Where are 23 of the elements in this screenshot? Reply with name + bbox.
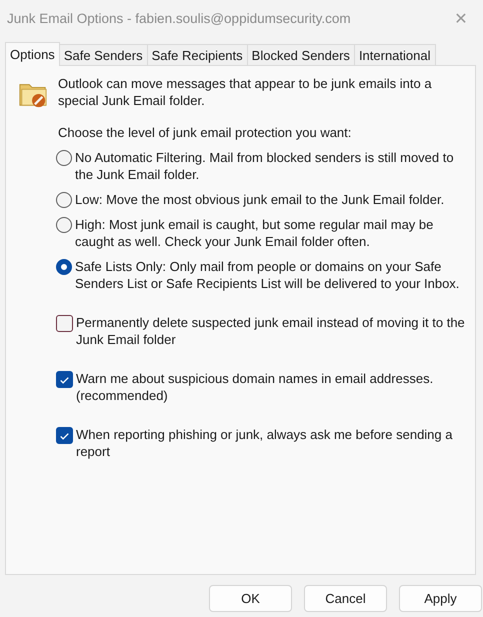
dialog-button[interactable]: Apply <box>399 585 482 612</box>
description-text: Outlook can move messages that appear to be junk emails into a special Junk Email folder. <box>58 75 433 109</box>
tab[interactable]: Safe Recipients <box>146 44 248 65</box>
prompt-text: Choose the level of junk email protection you want: <box>58 125 352 140</box>
window-title: Junk Email Options - fabien.soulis@oppidumsecurity.com <box>7 10 351 26</box>
dialog-button[interactable]: Cancel <box>304 585 387 612</box>
dialog-button[interactable]: OK <box>209 585 292 612</box>
checkbox[interactable] <box>56 371 73 388</box>
tab[interactable]: International <box>354 44 436 65</box>
checkbox-label[interactable]: When reporting phishing or junk, always ask me before sending a report <box>76 426 467 460</box>
radio-button[interactable] <box>56 150 72 166</box>
checkbox-label[interactable]: Permanently delete suspected junk email instead of moving it to the Junk Email folder <box>76 314 467 348</box>
checkbox[interactable] <box>56 427 73 444</box>
radio-label[interactable]: Low: Move the most obvious junk email to the Junk Email folder. <box>75 191 444 208</box>
radio-label[interactable]: No Automatic Filtering. Mail from blocked senders is still moved to the Junk Email folder. <box>75 149 467 183</box>
radio-button[interactable] <box>56 259 72 275</box>
radio-button[interactable] <box>56 217 72 233</box>
radio-label[interactable]: High: Most junk email is caught, but some regular mail may be caught as well. Check your Junk Email folder often. <box>75 216 467 250</box>
tab[interactable]: Options <box>5 42 60 66</box>
radio-label[interactable]: Safe Lists Only: Only mail from people or domains on your Safe Senders List or Safe Recipients List will be delivered to your Inbox. <box>75 258 467 292</box>
radio-button[interactable] <box>56 192 72 208</box>
checkbox[interactable] <box>56 315 73 332</box>
checkbox-label[interactable]: Warn me about suspicious domain names in email addresses. (recommended) <box>76 370 467 404</box>
